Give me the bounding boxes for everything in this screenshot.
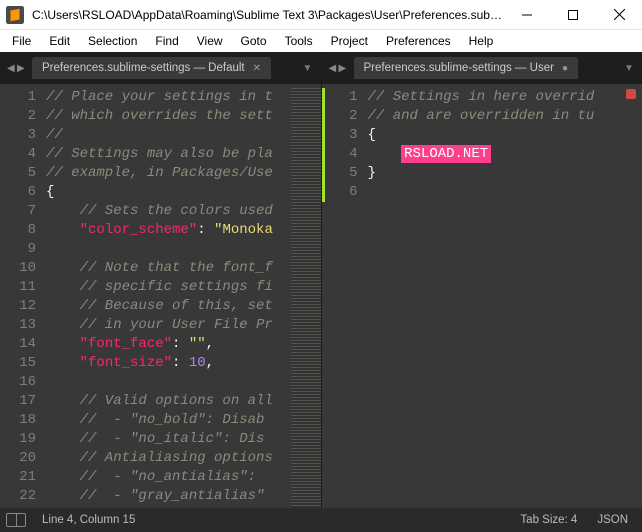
pane-left: ◀ ▶ Preferences.sublime-settings — Defau… — [0, 52, 322, 508]
tab-label: Preferences.sublime-settings — User — [364, 62, 554, 74]
panel-switcher-icon[interactable] — [6, 513, 26, 527]
workspace: ◀ ▶ Preferences.sublime-settings — Defau… — [0, 52, 642, 508]
cursor-position: Line 4, Column 15 — [42, 514, 135, 526]
app-icon — [0, 0, 30, 30]
tabbar-right: ◀ ▶ Preferences.sublime-settings — User … — [322, 52, 642, 84]
editor-right[interactable]: 123456 // Settings in here overrid// and… — [322, 84, 642, 508]
chevron-left-icon[interactable]: ◀ — [329, 63, 337, 74]
maximize-button[interactable] — [550, 0, 596, 30]
menu-file[interactable]: File — [6, 32, 37, 50]
menu-tools[interactable]: Tools — [279, 32, 319, 50]
gutter: 123456 — [322, 88, 368, 508]
close-button[interactable] — [596, 0, 642, 30]
modified-indicator — [322, 88, 325, 202]
chevron-left-icon[interactable]: ◀ — [7, 63, 15, 74]
editor-left[interactable]: 1234567891011121314151617181920212223 //… — [0, 84, 321, 508]
code[interactable]: // Settings in here overrid// and are ov… — [368, 88, 642, 508]
tabbar-left: ◀ ▶ Preferences.sublime-settings — Defau… — [0, 52, 321, 84]
menubar: File Edit Selection Find View Goto Tools Projec… — [0, 30, 642, 52]
menu-edit[interactable]: Edit — [43, 32, 76, 50]
window-controls — [504, 0, 642, 30]
code[interactable]: // Place your settings in t// which over… — [46, 88, 291, 508]
menu-view[interactable]: View — [191, 32, 229, 50]
chevron-right-icon[interactable]: ▶ — [17, 63, 25, 74]
chevron-right-icon[interactable]: ▶ — [339, 63, 347, 74]
menu-help[interactable]: Help — [463, 32, 500, 50]
window-title: C:\Users\RSLOAD\AppData\Roaming\Sublime … — [30, 8, 504, 22]
tab-user-settings[interactable]: Preferences.sublime-settings — User ● — [354, 57, 579, 79]
menu-project[interactable]: Project — [325, 32, 374, 50]
minimap[interactable] — [291, 88, 321, 508]
menu-preferences[interactable]: Preferences — [380, 32, 457, 50]
close-icon[interactable]: ✕ — [253, 63, 261, 74]
statusbar: Line 4, Column 15 Tab Size: 4 JSON — [0, 508, 642, 532]
gutter: 1234567891011121314151617181920212223 — [0, 88, 46, 508]
tab-label: Preferences.sublime-settings — Default — [42, 62, 245, 74]
tab-default-settings[interactable]: Preferences.sublime-settings — Default ✕ — [32, 57, 271, 79]
tab-size[interactable]: Tab Size: 4 — [520, 514, 577, 526]
minimize-button[interactable] — [504, 0, 550, 30]
menu-selection[interactable]: Selection — [82, 32, 143, 50]
chevron-down-icon[interactable]: ▼ — [620, 63, 638, 74]
pane-right: ◀ ▶ Preferences.sublime-settings — User … — [322, 52, 642, 508]
menu-goto[interactable]: Goto — [235, 32, 273, 50]
menu-find[interactable]: Find — [149, 32, 184, 50]
titlebar: C:\Users\RSLOAD\AppData\Roaming\Sublime … — [0, 0, 642, 30]
syntax[interactable]: JSON — [597, 514, 628, 526]
dirty-icon[interactable]: ● — [562, 63, 568, 74]
chevron-down-icon[interactable]: ▼ — [299, 63, 317, 74]
